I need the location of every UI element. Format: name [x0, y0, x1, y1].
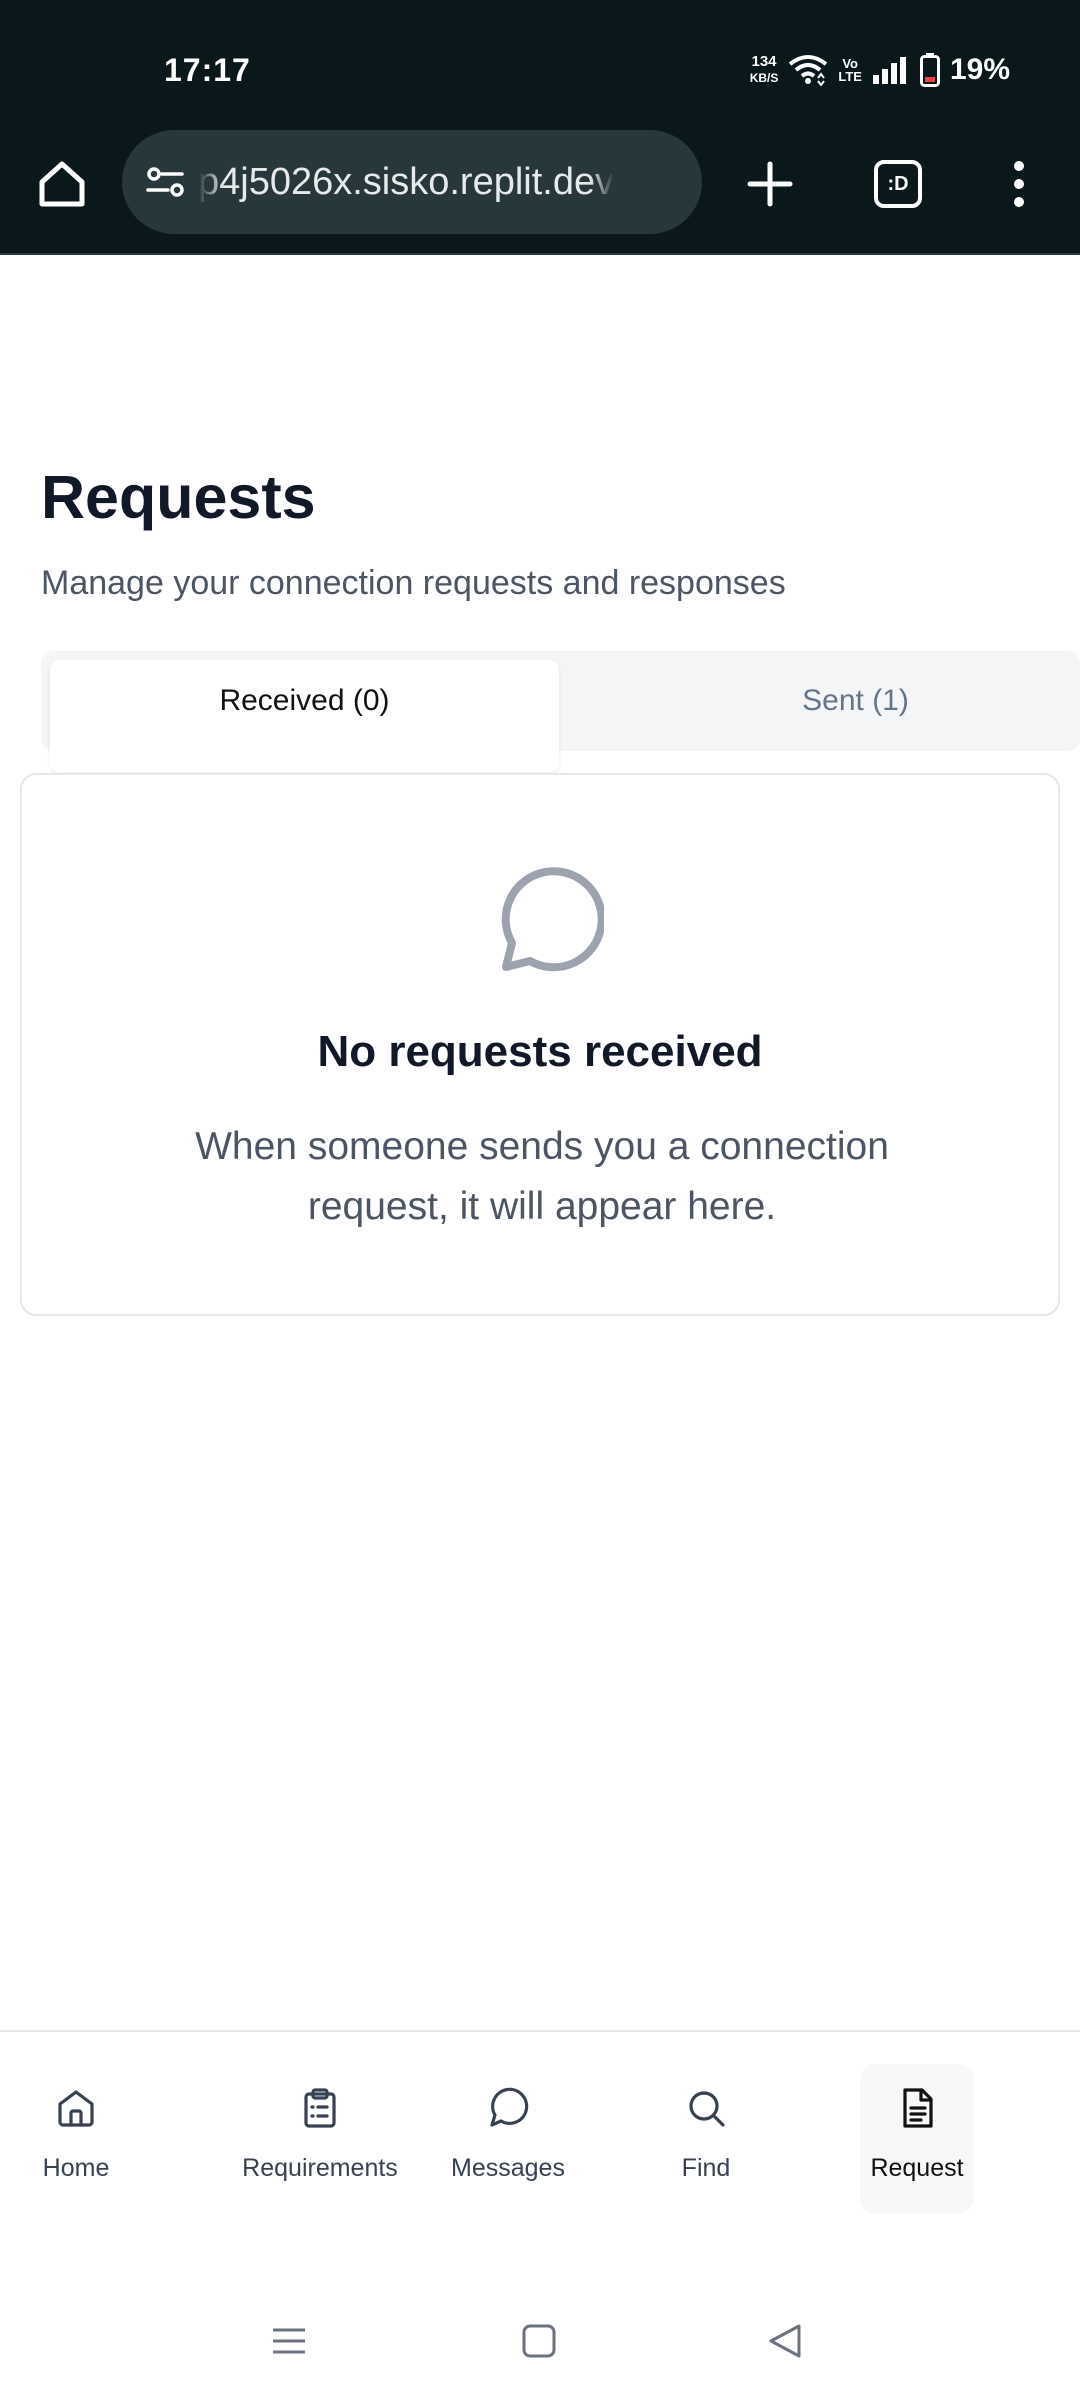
page-title: Requests: [41, 463, 316, 531]
network-speed-unit: KB/S: [749, 71, 779, 85]
nav-label-request: Request: [870, 2154, 964, 2182]
nav-item-find[interactable]: Find: [656, 2064, 756, 2214]
nav-label-home: Home: [42, 2154, 110, 2182]
home-icon: [58, 2090, 94, 2127]
url-text[interactable]: p4j5026x.sisko.replit.dev: [198, 161, 614, 204]
home-button-icon[interactable]: [520, 2322, 558, 2360]
message-circle-icon: [490, 2087, 529, 2127]
system-navigation-bar: [0, 2300, 1080, 2400]
tab-sent[interactable]: Sent (1): [601, 660, 1080, 742]
browser-toolbar: p4j5026x.sisko.replit.dev :D: [0, 128, 1080, 255]
battery-percent: 19%: [949, 53, 1010, 86]
home-icon[interactable]: [36, 158, 88, 210]
tab-received[interactable]: Received (0): [50, 660, 559, 772]
site-settings-icon[interactable]: [142, 158, 190, 206]
clipboard-list-icon: [304, 2088, 336, 2128]
nav-label-messages: Messages: [451, 2154, 565, 2182]
more-options-icon[interactable]: [1004, 158, 1034, 210]
network-speed-value: 134: [751, 53, 777, 70]
bottom-navigation: Home Requirements Messages Find Request: [0, 2030, 1080, 2250]
address-bar[interactable]: p4j5026x.sisko.replit.dev: [122, 130, 702, 234]
empty-state-title: No requests received: [317, 1027, 763, 1076]
volte-bottom: LTE: [838, 69, 862, 84]
battery-icon: [919, 53, 940, 87]
signal-icon: [872, 57, 906, 84]
tab-switcher-button[interactable]: :D: [874, 160, 922, 208]
nav-item-home[interactable]: Home: [16, 2064, 136, 2214]
empty-state-description: When someone sends you a connection requ…: [195, 1125, 889, 1228]
new-tab-icon[interactable]: [742, 156, 798, 212]
request-tabs: Sent (1) Received (0): [41, 651, 1080, 772]
nav-item-requirements[interactable]: Requirements: [232, 2064, 408, 2214]
nav-label-requirements: Requirements: [242, 2154, 398, 2182]
volte-indicator: Vo LTE: [838, 57, 862, 83]
nav-label-find: Find: [681, 2154, 731, 2182]
status-bar: 17:17 134 KB/S Vo LTE 19%: [0, 0, 1080, 128]
page-subtitle: Manage your connection requests and resp…: [41, 564, 786, 602]
back-icon[interactable]: [766, 2322, 804, 2360]
nav-item-request[interactable]: Request: [860, 2064, 974, 2214]
status-icons: 134 KB/S Vo LTE 19%: [750, 50, 1010, 90]
status-time: 17:17: [164, 52, 251, 88]
wifi-icon: [789, 55, 828, 86]
empty-state-card: No requests received When someone sends …: [20, 773, 1060, 1316]
file-text-icon: [903, 2088, 933, 2128]
search-icon: [689, 2091, 725, 2127]
message-circle-icon: [501, 867, 604, 972]
network-speed: 134 KB/S: [750, 54, 779, 86]
nav-item-messages[interactable]: Messages: [440, 2064, 576, 2214]
recents-menu-icon[interactable]: [270, 2322, 308, 2360]
